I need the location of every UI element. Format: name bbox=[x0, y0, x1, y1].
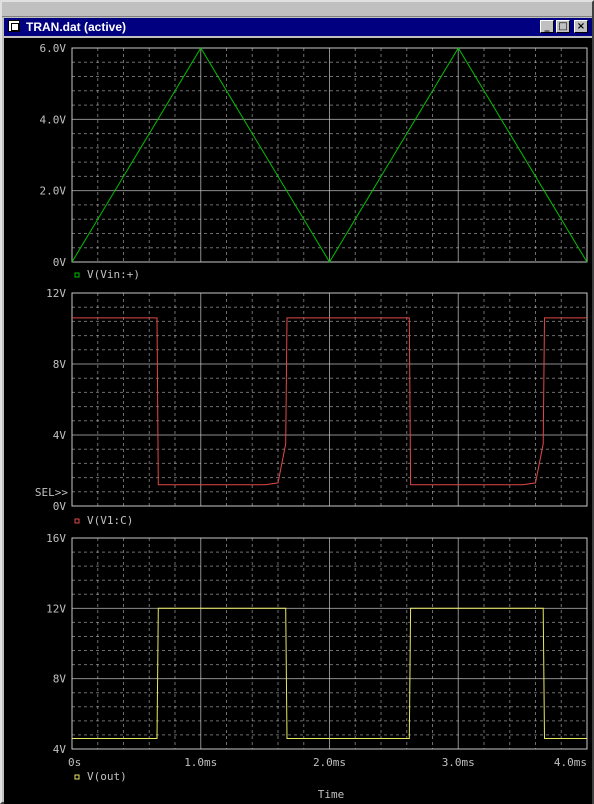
x-tick-label: 3.0ms bbox=[442, 756, 475, 769]
y-tick-label: 4.0V bbox=[40, 113, 67, 126]
probe-plot-area[interactable]: 0V 2.0V 4.0V 6.0V V(Vin:+) 0V 4V 8V 12V SEL>> V(V1… bbox=[4, 38, 592, 804]
maximize-button[interactable]: □ bbox=[556, 20, 570, 33]
x-tick-label: 1.0ms bbox=[184, 756, 217, 769]
legend-marker bbox=[74, 272, 80, 278]
legend-label: V(Vin:+) bbox=[87, 268, 140, 281]
legend-marker bbox=[74, 774, 80, 780]
sel-marker: SEL>> bbox=[35, 486, 68, 499]
y-tick-label: 4V bbox=[53, 743, 67, 756]
legend-marker bbox=[74, 518, 80, 524]
close-button[interactable]: × bbox=[574, 20, 588, 33]
y-tick-label: 0V bbox=[53, 500, 67, 513]
minimize-button[interactable]: _ bbox=[540, 20, 554, 33]
window-title: TRAN.dat (active) bbox=[26, 20, 127, 34]
top-strip bbox=[2, 2, 592, 17]
waveform-chart[interactable]: 0V 2.0V 4.0V 6.0V V(Vin:+) 0V 4V 8V 12V SEL>> V(V1… bbox=[4, 38, 592, 804]
plot-window: TRAN.dat (active) _ □ × 0V 2.0V 4.0V 6.0V V(… bbox=[0, 0, 594, 804]
y-tick-label: 6.0V bbox=[40, 42, 67, 55]
x-tick-label: 4.0ms bbox=[554, 756, 587, 769]
x-tick-label: 0s bbox=[68, 756, 81, 769]
y-tick-label: 16V bbox=[46, 532, 66, 545]
y-tick-label: 4V bbox=[53, 429, 67, 442]
x-tick-label: 2.0ms bbox=[313, 756, 346, 769]
y-tick-label: 8V bbox=[53, 673, 67, 686]
legend-label: V(out) bbox=[87, 770, 127, 783]
plot-panel-2: 0V 4V 8V 12V SEL>> V(V1:C) bbox=[35, 287, 588, 527]
y-tick-label: 12V bbox=[46, 287, 66, 300]
plot-panel-3: 4V 8V 12V 16V V(out) bbox=[46, 532, 588, 783]
title-bar[interactable]: TRAN.dat (active) _ □ × bbox=[4, 18, 592, 36]
x-axis-label: Time bbox=[318, 788, 345, 801]
plot-panel-1: 0V 2.0V 4.0V 6.0V V(Vin:+) bbox=[40, 42, 588, 281]
y-tick-label: 8V bbox=[53, 358, 67, 371]
y-tick-label: 0V bbox=[53, 256, 67, 269]
window-icon[interactable] bbox=[8, 20, 20, 32]
y-tick-label: 2.0V bbox=[40, 185, 67, 198]
legend-label: V(V1:C) bbox=[87, 514, 133, 527]
y-tick-label: 12V bbox=[46, 602, 66, 615]
